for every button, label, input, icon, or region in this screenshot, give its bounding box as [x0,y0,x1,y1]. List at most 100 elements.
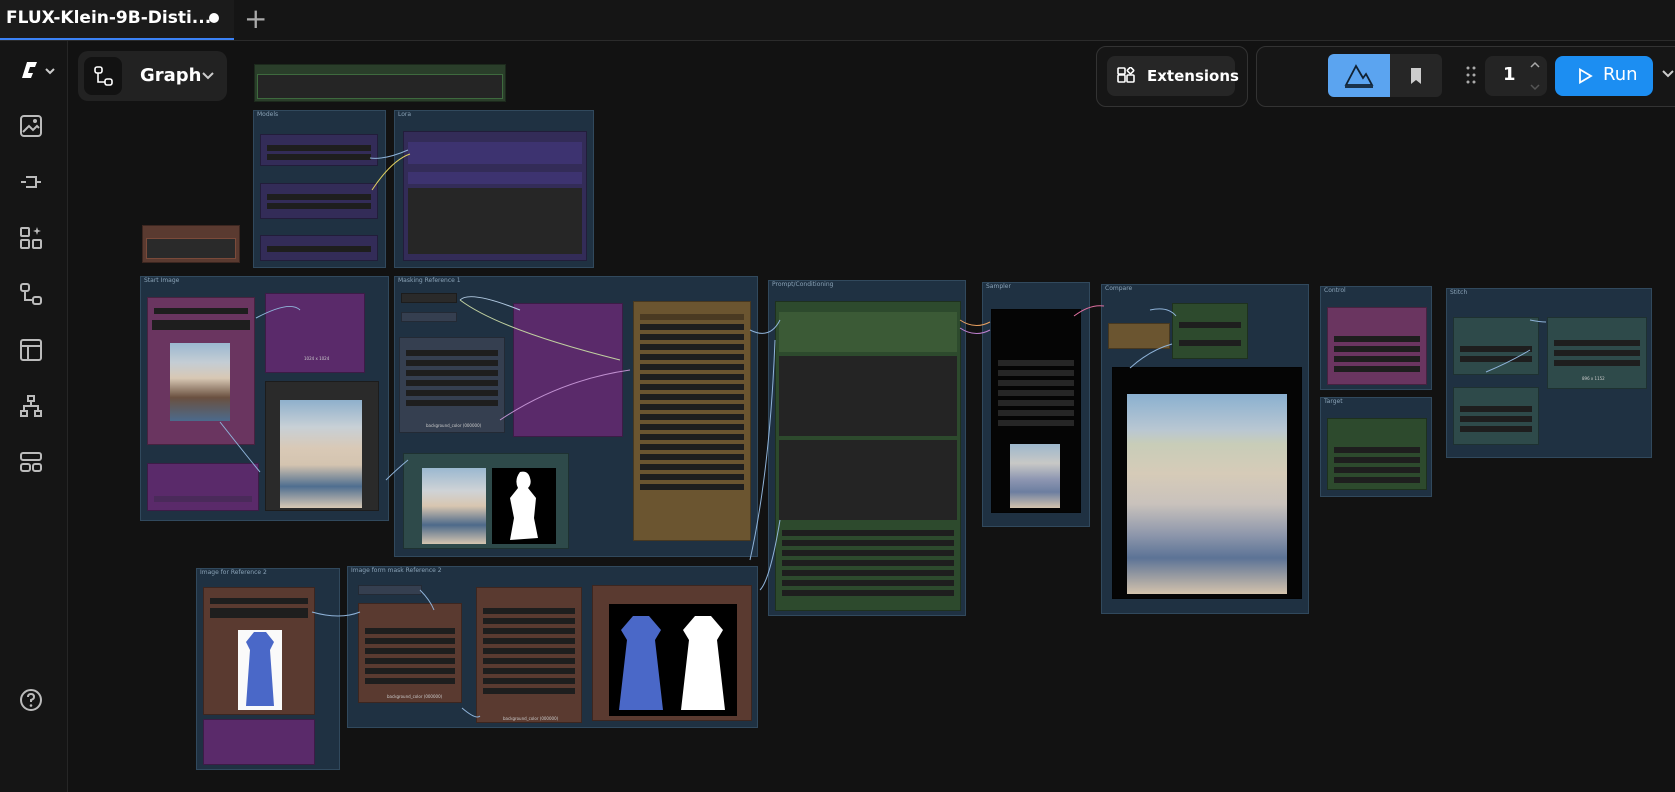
group-compare[interactable]: Compare [1101,284,1309,614]
sampler-output-thumbnail [1010,444,1060,508]
bg-label: background_color (000000) [426,423,482,428]
run-panel: 1 Run [1256,46,1675,107]
group-title: Start Image [144,277,180,284]
workflow-tab[interactable]: FLUX-Klein-9B-Disti... [0,0,234,40]
group-target[interactable]: Target [1320,397,1432,497]
group-title: Models [257,111,279,118]
queue-count-stepper[interactable]: 1 [1485,56,1547,96]
small-node[interactable] [401,312,457,322]
group-control[interactable]: Control [1320,286,1432,390]
stitch-output-node[interactable]: 896 x 1152 [1547,317,1647,389]
images-icon[interactable] [18,113,44,139]
small-node[interactable] [358,585,422,595]
drag-handle-icon[interactable] [1465,65,1477,85]
size-label: 1024 x 1024 [304,356,330,361]
size-label: 896 x 1152 [1582,376,1605,381]
extensions-label: Extensions [1147,67,1239,85]
help-icon[interactable] [18,687,44,713]
group-title: Image form mask Reference 2 [351,567,442,574]
extensions-panel: Extensions [1096,46,1248,107]
group-prompt-conditioning[interactable]: Prompt/Conditioning [768,280,966,616]
queue-count: 1 [1503,64,1516,85]
clip-loader-node[interactable] [260,183,378,219]
group-title: Lora [398,111,412,118]
compare-settings-node[interactable] [1172,303,1248,359]
ref2-mask-image [613,610,671,714]
linear-mode-button[interactable] [1328,54,1390,97]
group-title: Control [1324,287,1346,294]
group-stitch[interactable]: Stitch 896 x 1152 [1446,288,1652,458]
group-mask-ref2[interactable]: Image form mask Reference 2 background_c… [347,566,758,728]
load-image-node[interactable] [147,297,255,445]
sidebar [0,41,68,792]
ref1-image-thumbnail [422,468,486,544]
mask-node[interactable] [147,463,259,511]
mask-node[interactable] [203,719,315,765]
note-node[interactable] [254,64,506,102]
run-label: Run [1603,64,1638,85]
load-image-node[interactable] [203,587,315,715]
workflows-icon[interactable] [18,281,44,307]
mask-preview-node[interactable] [403,453,569,549]
image-compare-node[interactable] [1112,367,1302,599]
stitch-node[interactable] [1453,317,1539,375]
graph-label: Graph [140,65,202,86]
tab-bar: FLUX-Klein-9B-Disti... + [0,0,1675,41]
models-icon[interactable] [18,225,44,251]
group-title: Prompt/Conditioning [772,281,834,288]
chevron-down-icon [202,72,214,80]
tab-title: FLUX-Klein-9B-Disti... [6,8,212,28]
resize-node[interactable]: 1024 x 1024 [265,293,365,373]
hierarchy-icon[interactable] [18,393,44,419]
small-node[interactable] [401,293,457,303]
nodes-icon[interactable] [18,169,44,195]
group-title: Compare [1105,285,1133,292]
text-encode-node[interactable] [775,301,961,611]
comfy-logo-icon[interactable] [18,58,58,84]
segment-node[interactable]: background_color (000000) [476,587,582,723]
brown-node[interactable] [142,225,240,263]
bg-label: background_color (000000) [503,716,559,721]
extensions-icon [1117,67,1135,83]
templates-icon[interactable] [18,337,44,363]
stitch-node[interactable] [1453,387,1539,445]
group-image-ref2[interactable]: Image for Reference 2 [196,568,340,770]
unsaved-dot-icon [209,13,219,23]
bookmark-button[interactable] [1390,54,1442,97]
stepper-arrows-icon[interactable] [1529,58,1541,94]
group-lora[interactable]: Lora [394,110,594,268]
ref2-image-thumbnail [238,630,282,710]
graph-mode-button[interactable]: Graph [78,51,227,101]
target-node[interactable] [1327,418,1427,490]
graph-icon [84,57,122,95]
ref1-mask-thumbnail [492,468,556,544]
ref2-mask-shape [675,610,733,714]
lora-loader-node[interactable] [403,131,587,261]
group-masking-ref1[interactable]: Masking Reference 1 background_color (00… [394,276,758,557]
group-sampler[interactable]: Sampler [982,282,1090,527]
group-title: Masking Reference 1 [398,277,461,284]
model-loader-node[interactable] [260,134,378,166]
segment-node[interactable] [513,303,623,437]
layout-icon[interactable] [18,449,44,475]
group-title: Image for Reference 2 [200,569,267,576]
group-start-image[interactable]: Start Image 1024 x 1024 [140,276,389,521]
group-title: Target [1324,398,1343,405]
run-button[interactable]: Run [1555,56,1653,96]
new-tab-button[interactable]: + [244,2,267,35]
extensions-button[interactable]: Extensions [1107,56,1239,96]
mask-settings-node[interactable]: background_color (000000) [399,337,505,433]
bg-label: background_color (000000) [387,694,443,699]
vae-loader-node[interactable] [260,235,378,261]
group-title: Sampler [986,283,1011,290]
mask-preview-node[interactable] [592,585,752,721]
ksampler-node[interactable] [991,309,1081,513]
preview-image-node[interactable] [265,381,379,511]
mask-settings-node[interactable]: background_color (000000) [358,603,462,703]
group-models[interactable]: Models [253,110,386,268]
compare-input-node[interactable] [1108,323,1170,349]
settings-node[interactable] [633,301,751,541]
play-icon [1579,68,1593,84]
run-options-chevron-icon[interactable] [1661,67,1675,81]
control-node[interactable] [1327,307,1427,385]
